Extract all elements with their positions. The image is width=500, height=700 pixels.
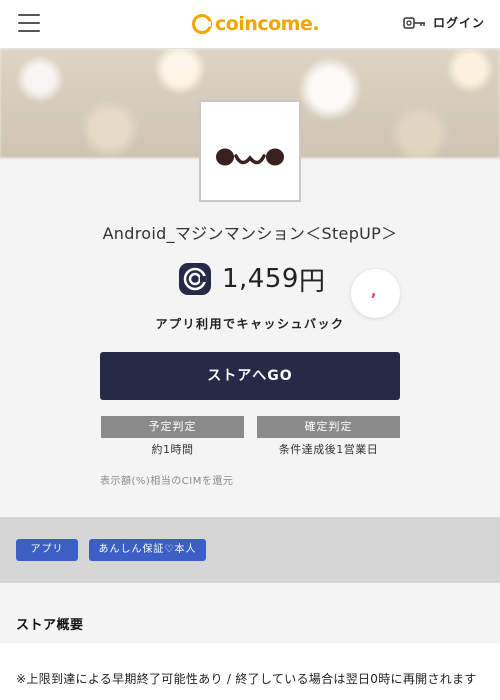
favorite-button[interactable]: ,	[351, 269, 400, 318]
store-overview-header: ストア概要	[0, 600, 500, 643]
favorite-icon: ,	[371, 284, 377, 300]
price-value: 1,459	[222, 264, 299, 294]
store-go-button[interactable]: ストアへGO	[100, 352, 400, 400]
top-header: coincome. ログイン	[0, 0, 500, 49]
confirmed-judgement-value: 条件達成後1営業日	[278, 443, 379, 456]
cashback-label: アプリ利用でキャッシュバック	[155, 317, 345, 331]
reward-price: 1,459 円	[178, 262, 325, 297]
logo-text: coincome.	[215, 13, 320, 35]
hamburger-menu-icon[interactable]	[18, 14, 40, 32]
reward-note: 表示額(%)相当のCIMを還元	[100, 476, 234, 487]
section-title: ストア概要	[16, 618, 84, 633]
tag-app[interactable]: アプリ	[16, 539, 78, 561]
tag-guarantee[interactable]: あんしん保証♡本人	[89, 539, 206, 561]
tags-bar: アプリ あんしん保証♡本人	[0, 517, 500, 583]
confirmed-judgement: 確定判定 条件達成後1営業日	[257, 416, 400, 457]
scheduled-judgement: 予定判定 約1時間	[101, 416, 244, 457]
scheduled-judgement-label: 予定判定	[101, 416, 244, 438]
key-icon	[403, 16, 425, 29]
cim-coin-icon	[179, 263, 211, 295]
login-label: ログイン	[432, 16, 485, 30]
confirmed-judgement-label: 確定判定	[257, 416, 400, 438]
scheduled-judgement-value: 約1時間	[151, 443, 194, 456]
login-button[interactable]: ログイン	[403, 14, 485, 31]
app-icon	[199, 100, 301, 202]
kaomoji-face-icon	[216, 148, 284, 166]
coin-logo-icon	[192, 14, 212, 34]
app-title: Android_マジンマンション＜StepUP＞	[102, 224, 398, 243]
coincome-logo[interactable]: coincome.	[192, 12, 320, 36]
price-unit: 円	[298, 266, 325, 297]
store-overview-body: ※上限到達による早期終了可能性あり / 終了している場合は翌日0時に再開されます	[0, 643, 500, 700]
